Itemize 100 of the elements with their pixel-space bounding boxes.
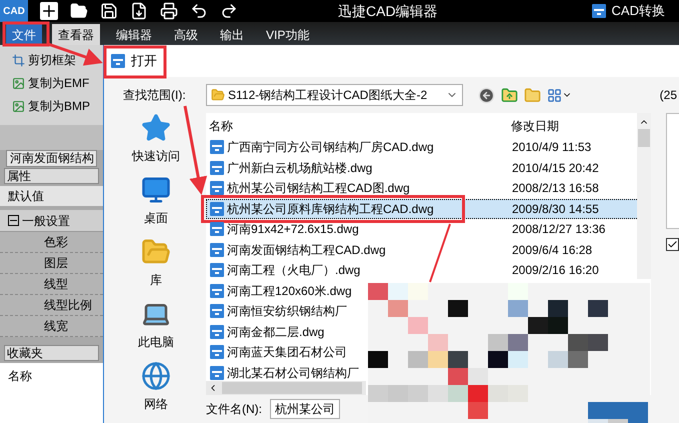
property-row: 线型 [0,274,103,295]
property-row: 图层 [0,253,103,274]
image-icon [12,100,25,112]
save-pdf-icon[interactable] [130,2,148,20]
file-row[interactable]: 湖北某石材公司钢结构厂 [206,362,366,383]
cad-file-icon [210,345,224,360]
file-row[interactable]: 河南工程（火电厂）.dwg 2009/2/16 16:20 [206,260,651,280]
count-text: (25 [660,87,677,104]
highlight-frame [104,46,166,78]
redo-icon[interactable] [220,2,238,20]
collapse-icon[interactable] [8,215,19,226]
file-name: 河南恒安纺织钢结构厂 [227,303,347,320]
file-row[interactable]: 河南91x42+72.6x15.dwg 2008/12/27 13:36 [206,219,651,240]
place-item[interactable]: 库 [150,271,162,289]
file-name: 河南91x42+72.6x15.dwg [227,221,359,238]
desktop-icon [141,175,171,205]
undo-icon[interactable] [190,2,208,20]
property-row: 线宽 [0,316,103,337]
folder-up-icon[interactable] [501,86,518,104]
save-icon[interactable] [100,2,118,20]
look-in-dropdown[interactable]: S112-钢结构工程设计CAD图纸大全-2 [206,84,463,106]
file-row[interactable]: 河南金都二层.dwg [206,322,366,342]
panel-header: 属性 [4,168,99,184]
file-date: 2008/2/13 16:58 [512,180,599,198]
cad-file-icon [210,284,224,298]
cad-file-icon [210,202,224,216]
panel-header: 收藏夹 [4,345,99,361]
file-name-field[interactable]: 杭州某公司 [270,399,340,419]
place-item[interactable]: 桌面 [144,209,168,227]
menu-tab[interactable]: 文件 [6,24,42,45]
file-row[interactable]: 杭州某公司钢结构工程CAD图.dwg 2008/2/13 16:58 [206,178,651,198]
tool-item[interactable]: 剪切框架 [28,51,76,69]
open-folder-icon[interactable] [70,2,88,20]
file-name: 河南工程120x60米.dwg [227,282,352,300]
property-row: 默认值 [0,186,103,206]
menu-tab[interactable]: 编辑器 [110,24,158,45]
app-logo: CAD [0,0,28,22]
dropdown-value: S112-钢结构工程设计CAD图纸大全-2 [228,87,428,104]
cad-file-icon [210,366,224,380]
convert-link[interactable]: CAD转换 [612,1,665,21]
cad-file-icon [210,181,224,196]
file-name: 河南金都二层.dwg [227,324,324,341]
back-icon[interactable] [478,86,495,104]
file-name-label: 文件名(N): [206,401,262,418]
printer-icon[interactable] [160,2,178,20]
file-name: 河南工程（火电厂）.dwg [227,262,360,280]
file-date: 2008/12/27 13:36 [512,221,606,238]
group-label: 一般设置 [22,212,70,230]
check-icon [667,239,678,250]
file-name: 湖北某石材公司钢结构厂 [227,364,359,382]
highlight-frame [2,22,50,46]
star-icon [141,113,171,143]
cad-file-icon [210,160,224,175]
grid-icon [547,88,562,102]
folder-icon [211,88,225,102]
document-tab[interactable]: 河南发面钢结构 [6,150,97,167]
property-row: 线型比例 [0,295,103,316]
place-item[interactable]: 快速访问 [132,147,180,165]
cad-file-icon [210,242,224,257]
file-name: 河南发面钢结构工程CAD.dwg [227,242,386,259]
menu-tab[interactable]: VIP功能 [260,24,316,45]
file-row[interactable]: 广西南宁同方公司钢结构厂房CAD.dwg 2010/4/9 11:53 [206,137,651,158]
file-row[interactable]: 河南发面钢结构工程CAD.dwg 2009/6/4 16:28 [206,240,651,260]
column-header[interactable]: 修改日期 [511,117,559,135]
file-name: 河南蓝天集团石材公司 [227,344,347,362]
place-item[interactable]: 网络 [144,395,168,413]
cad-file-icon [210,304,224,318]
file-date: 2009/6/4 16:28 [512,242,592,259]
dialog-title: 打开 [131,52,157,70]
place-item[interactable]: 此电脑 [138,333,174,351]
file-name: 杭州某公司原料库钢结构工程CAD.dwg [227,200,434,218]
globe-icon [141,361,171,391]
cad-file-icon [210,324,224,339]
tool-item[interactable]: 复制为EMF [28,74,90,92]
scroll-thumb[interactable] [222,382,362,394]
file-date: 2010/4/9 11:53 [512,139,592,156]
file-row[interactable]: 河南工程120x60米.dwg [206,280,366,301]
menu-tab[interactable]: 高级 [168,24,204,45]
file-date: 2009/8/30 14:55 [512,200,599,218]
file-name: 杭州某公司钢结构工程CAD图.dwg [227,180,410,198]
new-file-icon[interactable] [40,2,58,20]
file-date: 2009/2/16 16:20 [512,262,599,280]
image-icon [12,76,25,90]
look-in-label: 查找范围(I): [123,87,186,104]
menu-tab[interactable]: 查看器 [52,24,100,45]
menu-tab[interactable]: 输出 [214,24,250,45]
file-name: 广西南宁同方公司钢结构厂房CAD.dwg [227,139,434,156]
file-row[interactable]: 广州新白云机场航站楼.dwg 2010/4/15 20:42 [206,158,651,178]
cad-file-icon [210,222,224,236]
tool-item[interactable]: 复制为BMP [28,97,90,115]
preview-checkbox[interactable] [666,238,679,251]
file-date: 2010/4/15 20:42 [512,160,599,177]
file-row[interactable]: 河南恒安纺织钢结构厂 [206,301,366,322]
view-menu-button[interactable] [547,88,572,102]
crop-icon [12,54,25,66]
cad-file-icon [210,263,224,278]
file-row[interactable]: 河南蓝天集团石材公司 [206,342,366,362]
cad-icon [111,54,125,68]
column-header[interactable]: 名称 [206,117,511,135]
scroll-thumb[interactable] [638,129,650,147]
